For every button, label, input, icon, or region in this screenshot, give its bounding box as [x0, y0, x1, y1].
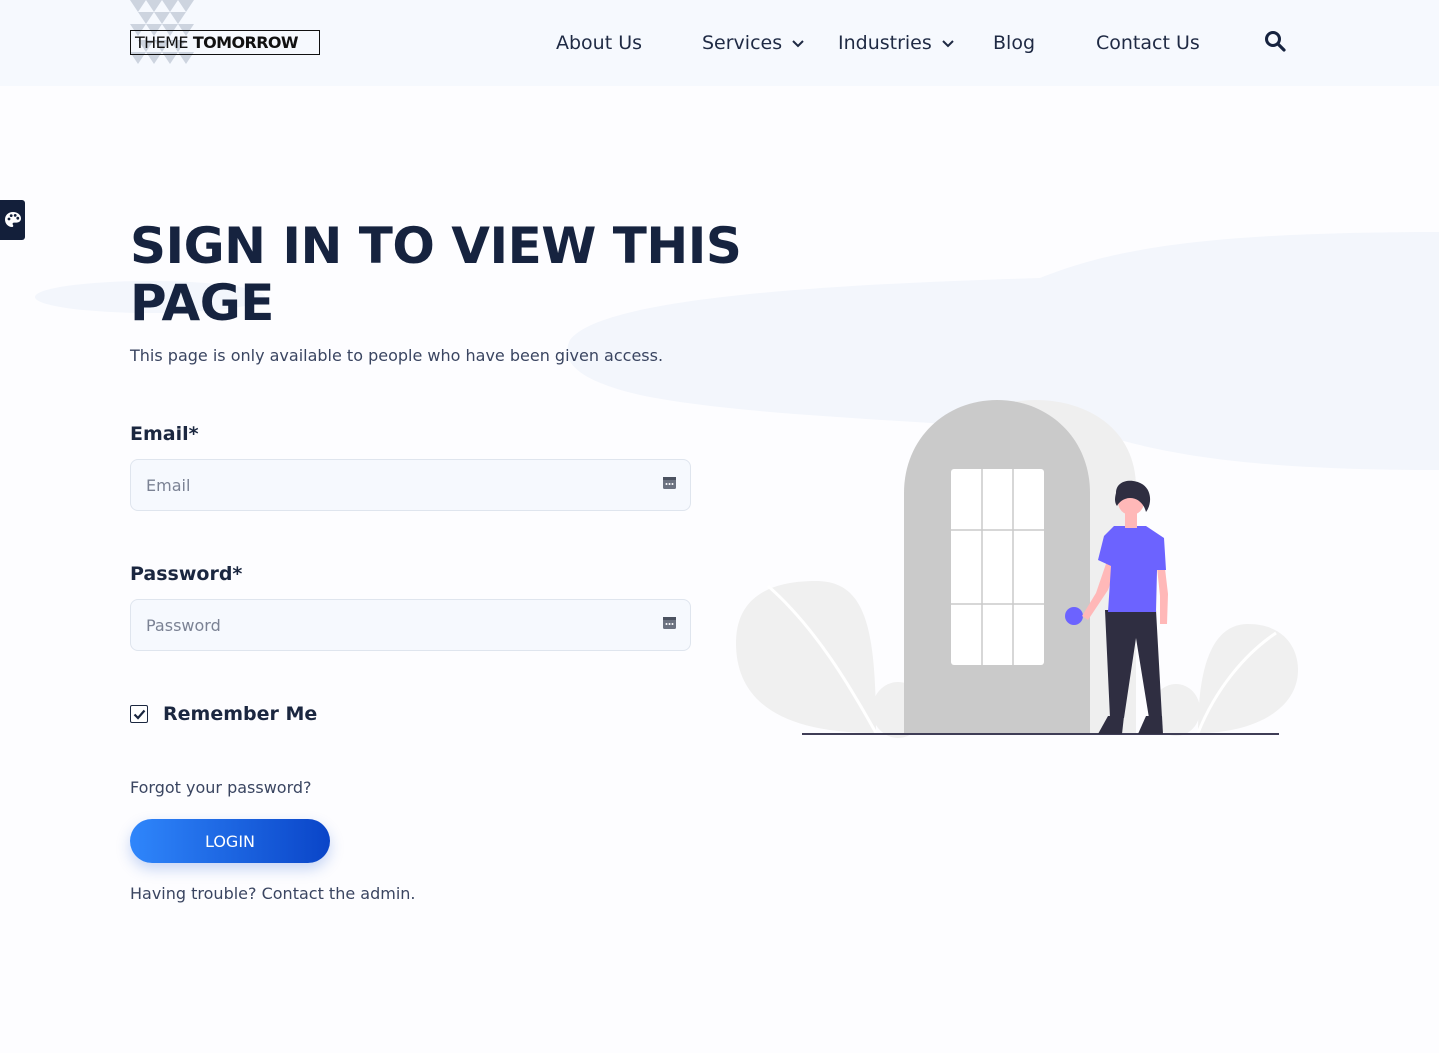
login-button[interactable]: LOGIN — [130, 819, 330, 863]
nav-label: Contact Us — [1096, 32, 1200, 54]
logo[interactable]: THEME TOMORROW — [130, 0, 330, 66]
page-subtitle: This page is only available to people wh… — [130, 346, 664, 365]
logo-wordmark: THEME TOMORROW — [130, 30, 320, 55]
nav-industries[interactable]: Industries — [838, 28, 955, 58]
nav-about-us[interactable]: About Us — [556, 28, 642, 58]
logo-text-thin: THEME — [135, 33, 188, 52]
password-label: Password* — [130, 563, 243, 585]
email-field-wrapper — [130, 459, 691, 511]
checkmark-icon — [133, 709, 145, 720]
nav-label: About Us — [556, 32, 643, 54]
nav-label: Blog — [993, 32, 1035, 54]
chevron-down-icon — [942, 40, 954, 48]
logo-text-bold: TOMORROW — [192, 33, 299, 52]
chevron-down-icon — [792, 40, 804, 48]
nav-label: Services — [702, 32, 783, 54]
nav-contact-us[interactable]: Contact Us — [1096, 28, 1200, 58]
site-header: THEME TOMORROW About Us Services Industr… — [0, 0, 1439, 86]
theme-switcher-tab[interactable] — [0, 200, 25, 240]
search-icon[interactable] — [1264, 30, 1286, 52]
door-illustration — [736, 400, 1298, 738]
autofill-icon[interactable] — [663, 617, 676, 629]
remember-me: Remember Me — [130, 703, 317, 725]
page-title: SIGN IN TO VIEW THIS PAGE — [130, 217, 742, 332]
password-field-wrapper — [130, 599, 691, 651]
password-input[interactable] — [131, 600, 690, 650]
forgot-password-link[interactable]: Forgot your password? — [130, 778, 312, 797]
nav-blog[interactable]: Blog — [993, 28, 1035, 58]
trouble-text: Having trouble? Contact the admin. — [130, 884, 416, 903]
nav-services[interactable]: Services — [702, 28, 805, 58]
nav-label: Industries — [838, 32, 932, 54]
palette-icon — [4, 212, 21, 227]
remember-me-label: Remember Me — [163, 703, 318, 725]
autofill-icon[interactable] — [663, 477, 676, 489]
remember-me-checkbox[interactable] — [130, 705, 148, 723]
email-label: Email* — [130, 423, 199, 445]
email-input[interactable] — [131, 460, 690, 510]
